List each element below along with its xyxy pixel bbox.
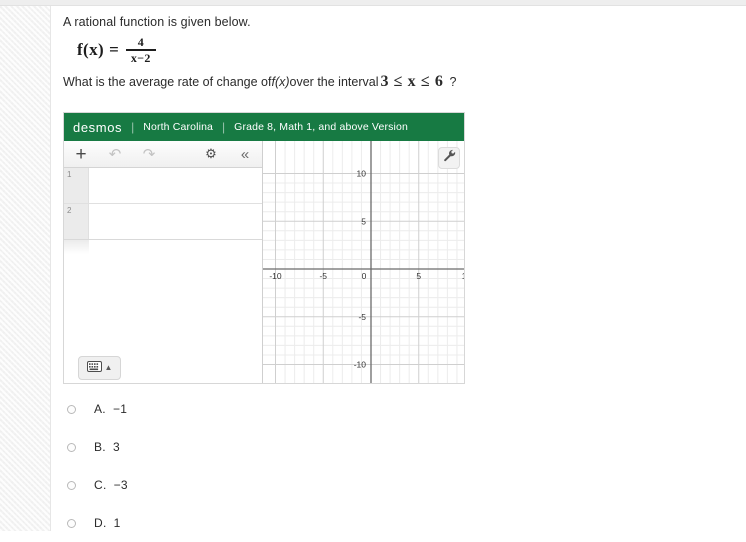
collapse-panel-icon[interactable]: «: [228, 141, 262, 167]
question-mark: ?: [449, 75, 457, 89]
expression-index-gutter-fade: [64, 240, 89, 254]
choice-letter: C.: [94, 478, 107, 492]
desmos-logo: desmos: [73, 119, 123, 135]
question-interval: 3 ≤ x ≤ 6: [380, 73, 444, 90]
graph-canvas[interactable]: -10 -5 0 5 10 10 5 -5 -10: [263, 141, 465, 383]
svg-text:10: 10: [462, 271, 465, 281]
header-separator-2: |: [222, 120, 226, 134]
radio-button[interactable]: [67, 442, 76, 452]
redo-icon[interactable]: ↷: [132, 141, 166, 167]
radio-button[interactable]: [67, 518, 76, 528]
radio-button[interactable]: [67, 404, 76, 414]
question-middle: over the interval: [289, 75, 379, 89]
expression-panel: + ↶ ↷ ⚙ « 1 2 ▲: [64, 141, 263, 383]
desmos-version-label: Grade 8, Math 1, and above Version: [234, 121, 408, 133]
graph-tools-button[interactable]: [438, 147, 460, 169]
expression-toolbar: + ↶ ↷ ⚙ «: [64, 141, 262, 168]
choice-letter: D.: [94, 516, 107, 530]
svg-text:-5: -5: [358, 312, 366, 322]
expression-input[interactable]: [89, 204, 262, 239]
question-prompt: A rational function is given below.: [63, 15, 251, 29]
choice-value: −1: [112, 402, 128, 416]
desmos-state-label: North Carolina: [143, 121, 214, 133]
gear-icon[interactable]: ⚙: [194, 141, 228, 167]
formula-lhs: f(x): [77, 39, 105, 59]
expression-row[interactable]: 2: [64, 204, 262, 240]
wrench-icon: [443, 149, 456, 167]
choice-letter: A.: [94, 402, 106, 416]
header-separator-1: |: [131, 120, 135, 134]
question-prefix: What is the average rate of change of: [63, 75, 272, 89]
keypad-toggle-button[interactable]: ▲: [78, 356, 121, 380]
choice-label: D. 1: [94, 516, 121, 530]
radio-button[interactable]: [67, 480, 76, 490]
choice-option-c[interactable]: C. −3: [63, 466, 363, 504]
expression-index: 1: [64, 168, 89, 203]
svg-text:-5: -5: [319, 271, 327, 281]
desmos-header-bar: desmos | North Carolina | Grade 8, Math …: [64, 113, 464, 141]
add-expression-icon[interactable]: +: [64, 141, 98, 167]
svg-text:5: 5: [361, 216, 366, 226]
choice-option-d[interactable]: D. 1: [63, 504, 363, 542]
formula-equals: =: [109, 39, 119, 59]
choice-value: 1: [113, 516, 121, 530]
choice-label: B. 3: [94, 440, 120, 454]
expression-index: 2: [64, 204, 89, 239]
svg-text:-10: -10: [269, 271, 282, 281]
answer-choices-list: A. −1 B. 3 C. −3 D. 1: [63, 390, 363, 542]
function-formula: f(x) = 4 x−2: [77, 36, 156, 64]
question-function-ref: f(x): [271, 75, 290, 89]
desmos-calculator-widget[interactable]: desmos | North Carolina | Grade 8, Math …: [63, 112, 465, 384]
choice-value: −3: [113, 478, 128, 492]
expression-row[interactable]: 1: [64, 168, 262, 204]
svg-text:10: 10: [357, 169, 367, 179]
formula-numerator: 4: [137, 35, 144, 49]
choice-option-b[interactable]: B. 3: [63, 428, 363, 466]
svg-text:0: 0: [362, 271, 367, 281]
formula-fraction: 4 x−2: [125, 35, 156, 65]
question-text: What is the average rate of change of f(…: [63, 73, 456, 91]
choice-letter: B.: [94, 440, 106, 454]
formula-denominator: x−2: [130, 50, 151, 65]
chevron-up-icon: ▲: [104, 363, 113, 372]
choice-label: C. −3: [94, 478, 128, 492]
expression-input[interactable]: [89, 168, 262, 203]
keyboard-icon: [86, 359, 102, 377]
svg-text:-10: -10: [354, 360, 367, 370]
choice-label: A. −1: [94, 402, 127, 416]
undo-icon[interactable]: ↶: [98, 141, 132, 167]
choice-option-a[interactable]: A. −1: [63, 390, 363, 428]
page-left-gutter: [0, 6, 51, 531]
coordinate-grid: -10 -5 0 5 10 10 5 -5 -10: [263, 141, 465, 383]
svg-text:5: 5: [416, 271, 421, 281]
question-content-panel: A rational function is given below. f(x)…: [51, 6, 746, 531]
choice-value: 3: [112, 440, 120, 454]
